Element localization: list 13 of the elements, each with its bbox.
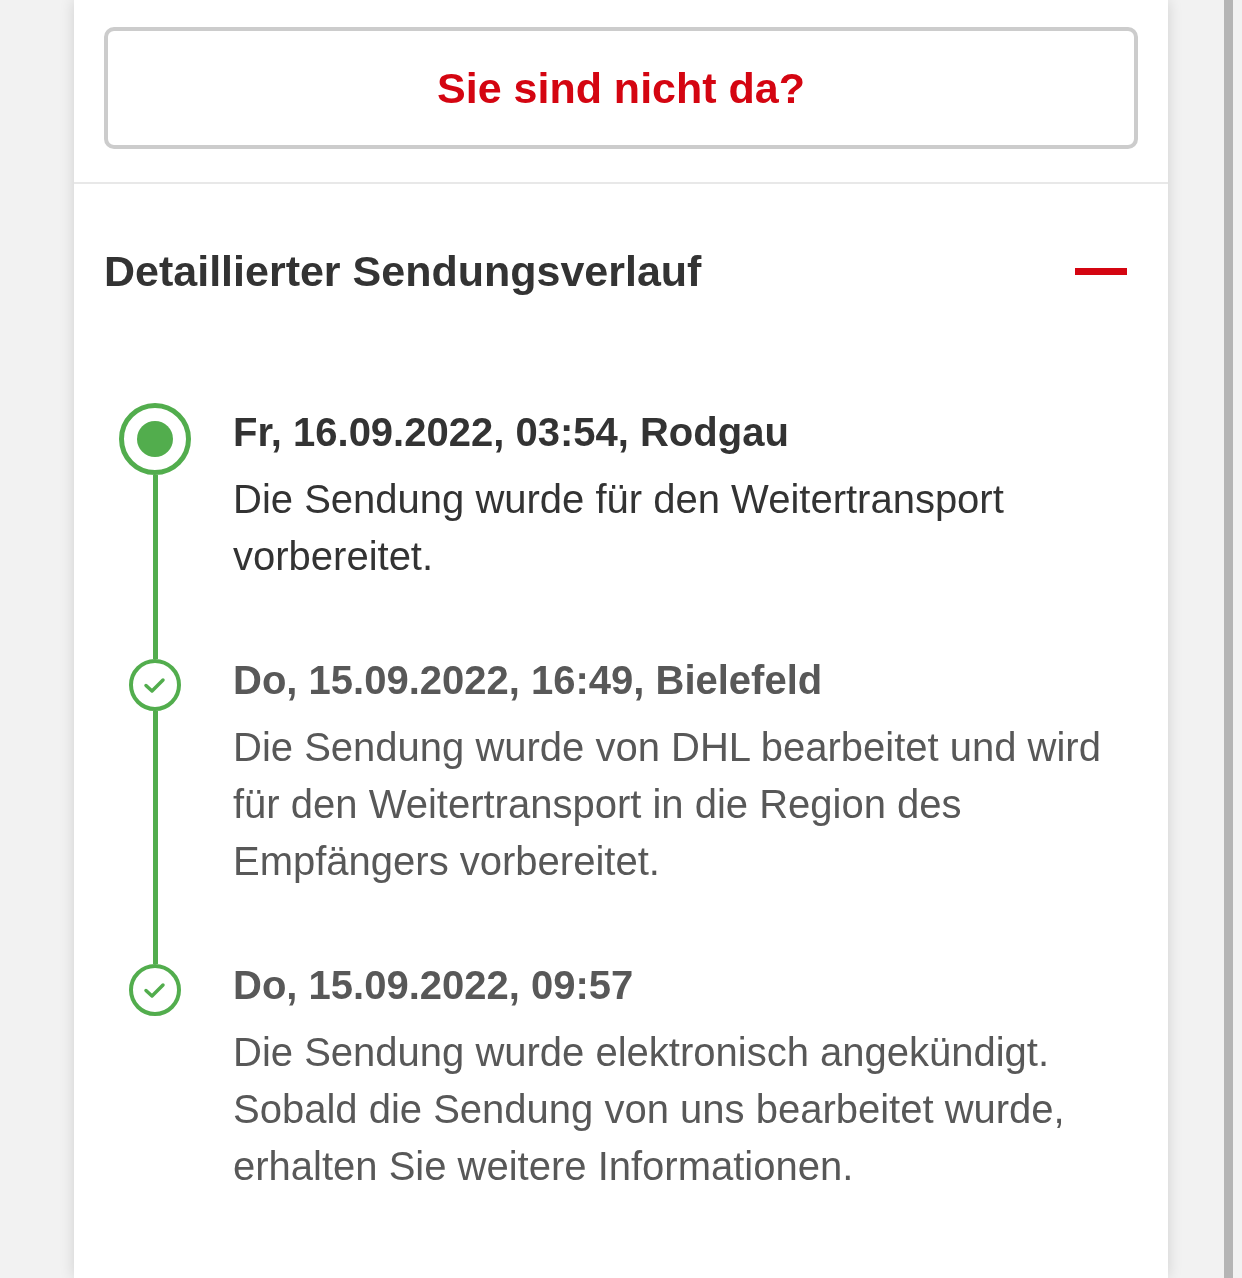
check-circle-icon: [129, 659, 181, 711]
event-date: Do, 15.09.2022, 09:57: [233, 962, 635, 1009]
event-date: Fr, 16.09.2022, 03:54, Rodgau: [233, 409, 790, 456]
event-date: Do, 15.09.2022, 16:49, Bielefeld: [233, 657, 824, 704]
event-description: Die Sendung wurde für den Weitertransport vorbereitet.: [233, 476, 1005, 580]
minus-icon[interactable]: [1075, 267, 1127, 275]
section-title: Detaillierter Sendungsverlauf: [104, 246, 702, 296]
absence-button[interactable]: Sie sind nicht da?: [104, 27, 1138, 149]
event-description: Die Sendung wurde elektronisch angekündigt. Sobald die Sendung von uns bearbeitet wurde, erhalten Sie weitere Informationen.: [233, 1029, 1066, 1190]
event-description: Die Sendung wurde von DHL bearbeitet und wird für den Weitertransport in die Region des Empfängers vorbereitet.: [233, 724, 1102, 885]
ring-dot-icon: [119, 403, 191, 475]
scroll-bar[interactable]: [1224, 0, 1233, 1278]
check-circle-icon: [129, 964, 181, 1016]
